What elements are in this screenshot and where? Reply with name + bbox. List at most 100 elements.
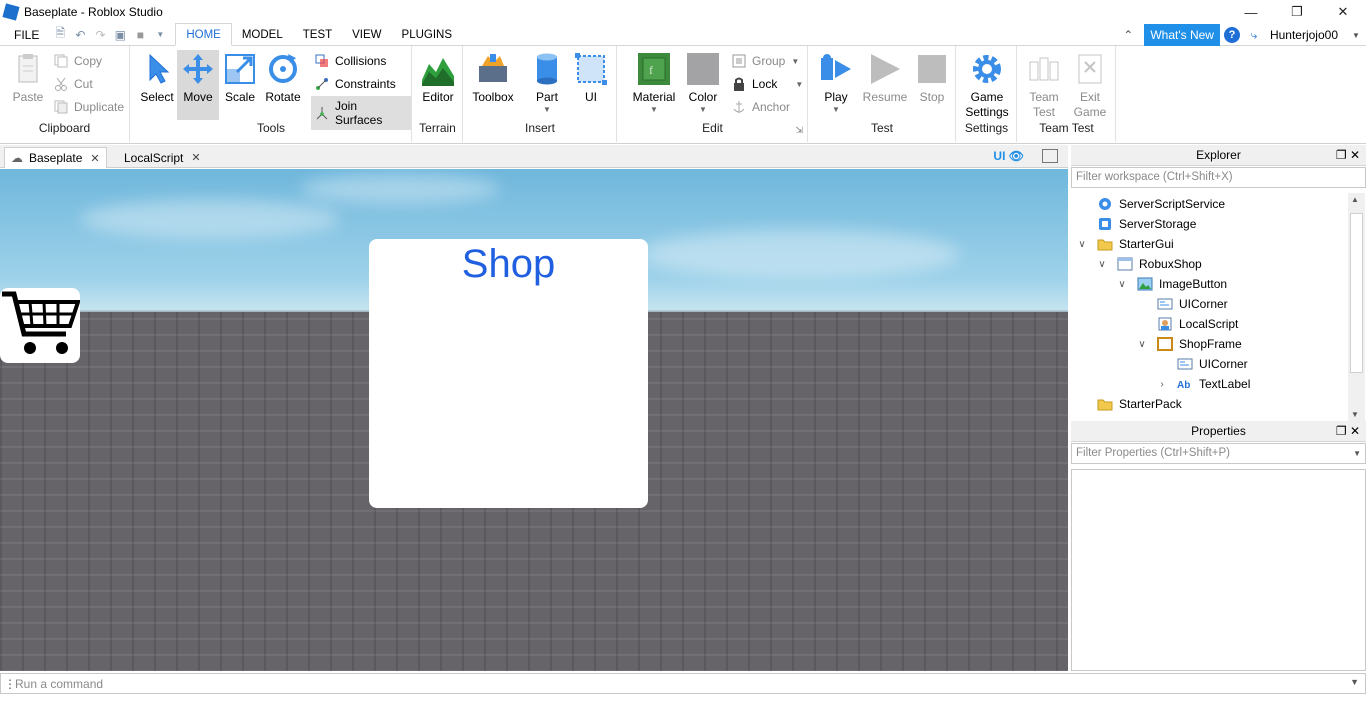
- explorer-item-serverscriptservice[interactable]: ServerScriptService: [1075, 194, 1225, 214]
- group-dropdown-icon[interactable]: ▼: [791, 57, 799, 66]
- exit-game-button[interactable]: Exit Game: [1070, 50, 1110, 120]
- edit-group-expander-icon[interactable]: ⇲: [795, 125, 803, 136]
- terrain-editor-button[interactable]: Editor: [417, 50, 459, 105]
- whats-new-button[interactable]: What's New: [1144, 24, 1220, 46]
- play-dropdown-icon[interactable]: ▼: [817, 105, 855, 114]
- part-dropdown-icon[interactable]: ▼: [530, 105, 564, 114]
- play-button[interactable]: Play ▼: [817, 50, 855, 114]
- explorer-scrollbar[interactable]: ▲ ▼: [1348, 193, 1365, 421]
- explorer-item-serverstorage[interactable]: ServerStorage: [1075, 214, 1196, 234]
- rotate-tool-button[interactable]: Rotate: [261, 50, 305, 105]
- lock-dropdown-icon[interactable]: ▼: [795, 80, 803, 89]
- explorer-item-localscript[interactable]: LocalScript: [1135, 314, 1238, 334]
- tab-localscript[interactable]: LocalScript ✕: [118, 147, 207, 168]
- explorer-item-imagebutton[interactable]: ∨ ImageButton: [1115, 274, 1227, 294]
- text-label-icon: Ab: [1177, 377, 1193, 391]
- redo-icon[interactable]: ↷: [93, 28, 107, 42]
- team-test-button[interactable]: Team Test: [1024, 50, 1064, 120]
- explorer-item-label: ServerScriptService: [1119, 197, 1226, 211]
- explorer-item-textlabel[interactable]: › Ab TextLabel: [1155, 374, 1250, 394]
- command-bar[interactable]: ⋮ Run a command ▼: [0, 673, 1366, 694]
- part-button[interactable]: Part ▼: [530, 50, 564, 114]
- properties-filter-input[interactable]: Filter Properties (Ctrl+Shift+P) ▼: [1071, 443, 1366, 464]
- restore-button[interactable]: ❐: [1274, 0, 1320, 24]
- explorer-item-startergui[interactable]: ∨ StarterGui: [1075, 234, 1173, 254]
- tab-model[interactable]: MODEL: [232, 24, 293, 46]
- tab-home[interactable]: HOME: [175, 23, 232, 46]
- explorer-filter-input[interactable]: Filter workspace (Ctrl+Shift+X): [1071, 167, 1366, 188]
- ui-insert-button[interactable]: UI: [574, 50, 608, 105]
- new-file-icon[interactable]: 🗎: [53, 24, 67, 45]
- stop-button[interactable]: Stop: [913, 50, 951, 105]
- publish-icon[interactable]: ▣: [113, 28, 127, 42]
- chevron-down-icon[interactable]: ∨: [1135, 339, 1149, 350]
- account-dropdown-icon[interactable]: ▼: [1346, 31, 1366, 40]
- minimize-button[interactable]: —: [1228, 0, 1274, 24]
- group-button[interactable]: Group ▼: [732, 54, 799, 68]
- close-panel-icon[interactable]: ✕: [1350, 148, 1360, 162]
- collisions-toggle[interactable]: Collisions: [315, 54, 386, 68]
- help-icon[interactable]: ?: [1223, 27, 1240, 43]
- explorer-item-robuxshop[interactable]: ∨ RobuxShop: [1095, 254, 1201, 274]
- material-dropdown-icon[interactable]: ▼: [630, 105, 678, 114]
- team-test-group: Team Test Exit Game Team Test: [1018, 46, 1116, 142]
- cut-button[interactable]: Cut: [54, 77, 93, 91]
- user-account[interactable]: Hunterjojo00: [1264, 28, 1346, 42]
- tab-plugins[interactable]: PLUGINS: [392, 24, 463, 46]
- close-button[interactable]: ✕: [1320, 0, 1366, 24]
- move-tool-button[interactable]: Move: [177, 50, 219, 120]
- material-button[interactable]: f Material ▼: [630, 50, 678, 114]
- resume-button[interactable]: Resume: [861, 50, 909, 105]
- scroll-up-icon[interactable]: ▲: [1351, 195, 1359, 204]
- constraints-toggle[interactable]: Constraints: [315, 77, 396, 91]
- join-surfaces-icon: [315, 106, 329, 120]
- lock-button[interactable]: Lock ▼: [732, 77, 803, 91]
- color-dropdown-icon[interactable]: ▼: [684, 105, 722, 114]
- copy-button[interactable]: Copy: [54, 54, 102, 68]
- scrollbar-thumb[interactable]: [1350, 213, 1363, 373]
- ui-frame-icon: [574, 52, 608, 86]
- collapse-ribbon-icon[interactable]: ⌃: [1118, 28, 1138, 42]
- float-panel-icon[interactable]: ❐: [1336, 424, 1347, 438]
- explorer-item-uicorner[interactable]: UICorner: [1155, 354, 1248, 374]
- file-menu[interactable]: FILE: [0, 28, 53, 42]
- viewport-3d[interactable]: Shop: [0, 169, 1068, 671]
- ribbon: Paste Copy Cut Duplicate Clipboard Selec…: [0, 46, 1366, 144]
- tab-view[interactable]: VIEW: [342, 24, 391, 46]
- explorer-item-label: ImageButton: [1159, 277, 1228, 291]
- share-icon[interactable]: ⤷: [1244, 28, 1264, 43]
- chevron-down-icon[interactable]: ∨: [1115, 279, 1129, 290]
- paste-button[interactable]: Paste: [8, 50, 48, 105]
- command-history-dropdown-icon[interactable]: ▼: [1350, 677, 1359, 687]
- shopping-cart-icon: [2, 291, 81, 354]
- ui-visibility-toggle[interactable]: UI 👁: [993, 149, 1024, 163]
- color-button[interactable]: Color ▼: [684, 50, 722, 114]
- filter-dropdown-icon[interactable]: ▼: [1353, 444, 1361, 463]
- duplicate-button[interactable]: Duplicate: [54, 100, 124, 114]
- cursor-arrow-icon: [140, 52, 174, 86]
- toolbox-button[interactable]: Toolbox: [470, 50, 516, 105]
- device-emulator-icon[interactable]: [1042, 149, 1058, 163]
- customize-toolbar-icon[interactable]: ▼: [153, 30, 167, 39]
- tab-test[interactable]: TEST: [293, 24, 342, 46]
- tab-baseplate[interactable]: ☁ Baseplate ✕: [4, 147, 107, 168]
- explorer-item-shopframe[interactable]: ∨ ShopFrame: [1135, 334, 1242, 354]
- scroll-down-icon[interactable]: ▼: [1351, 410, 1359, 419]
- command-input[interactable]: Run a command: [15, 677, 103, 691]
- close-panel-icon[interactable]: ✕: [1350, 424, 1360, 438]
- explorer-item-starterpack[interactable]: StarterPack: [1075, 394, 1182, 414]
- stop-square-icon[interactable]: ■: [133, 28, 147, 42]
- game-settings-button[interactable]: Game Settings: [963, 50, 1011, 120]
- chevron-right-icon[interactable]: ›: [1155, 379, 1169, 390]
- float-panel-icon[interactable]: ❐: [1336, 148, 1347, 162]
- chevron-down-icon[interactable]: ∨: [1075, 239, 1089, 250]
- select-tool-button[interactable]: Select: [137, 50, 177, 105]
- chevron-down-icon[interactable]: ∨: [1095, 259, 1109, 270]
- close-tab-icon[interactable]: ✕: [191, 151, 200, 164]
- scale-tool-button[interactable]: Scale: [221, 50, 259, 105]
- shop-cart-image-button[interactable]: [0, 288, 81, 363]
- close-tab-icon[interactable]: ✕: [90, 152, 99, 165]
- undo-icon[interactable]: ↶: [73, 28, 87, 42]
- explorer-item-uicorner[interactable]: UICorner: [1135, 294, 1228, 314]
- anchor-button[interactable]: Anchor: [732, 100, 790, 114]
